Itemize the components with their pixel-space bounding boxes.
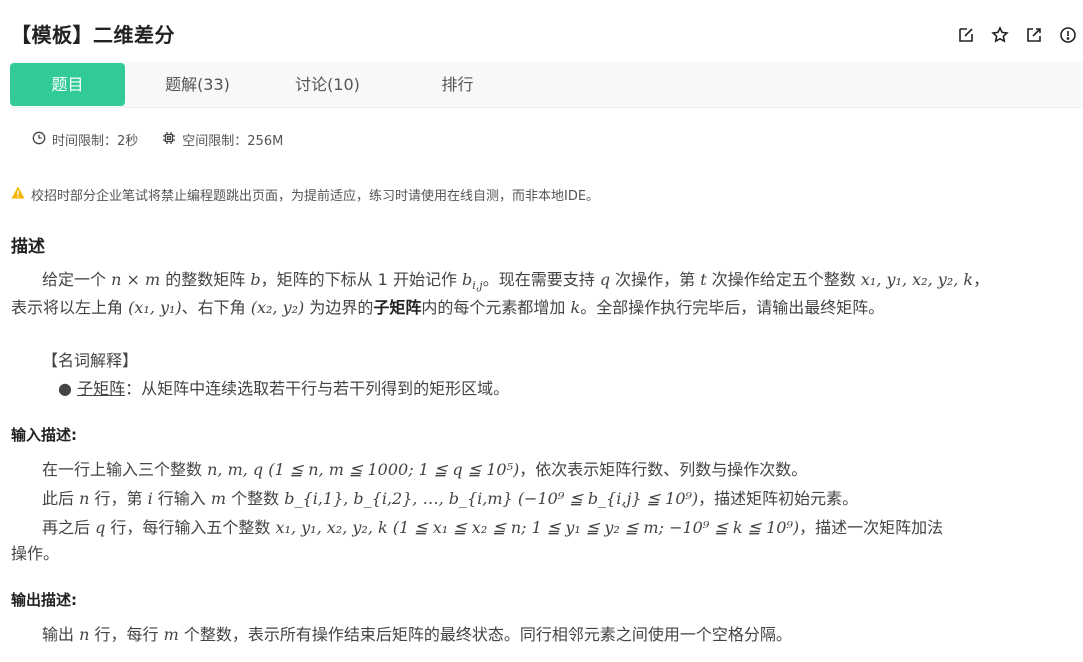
time-limit-text: 时间限制：2秒 bbox=[52, 134, 139, 149]
tab-discussion[interactable]: 讨论(10) bbox=[270, 63, 385, 106]
bullet: ● bbox=[58, 379, 72, 398]
memory-limit-text: 空间限制：256M bbox=[182, 134, 284, 149]
star-icon[interactable] bbox=[989, 24, 1011, 46]
chip-icon bbox=[162, 131, 176, 149]
info-icon[interactable] bbox=[1057, 24, 1079, 46]
input-line-1: 在一行上输入三个整数 n, m, q (1 ≦ n, m ≦ 1000; 1 ≦… bbox=[42, 460, 808, 479]
glossary-term[interactable]: 子矩阵 bbox=[77, 379, 125, 398]
notice-text: 校招时部分企业笔试将禁止编程题跳出页面，为提前适应，练习时请使用在线自测，而非本… bbox=[31, 189, 600, 204]
clock-icon bbox=[32, 131, 46, 149]
description-heading: 描述 bbox=[11, 237, 45, 257]
problem-header: 【模板】二维差分 bbox=[0, 0, 1083, 62]
header-actions bbox=[955, 24, 1079, 46]
glossary-title: 【名词解释】 bbox=[42, 351, 139, 370]
tab-ranking[interactable]: 排行 bbox=[400, 63, 515, 106]
input-line-4: 操作。 bbox=[11, 544, 60, 563]
output-line-1: 输出 n 行，每行 m 个整数，表示所有操作结束后矩阵的最终状态。同行相邻元素之… bbox=[42, 625, 792, 644]
output-heading: 输出描述: bbox=[11, 591, 77, 609]
notice-banner: 校招时部分企业笔试将禁止编程题跳出页面，为提前适应，练习时请使用在线自测，而非本… bbox=[11, 185, 599, 204]
edit-icon[interactable] bbox=[955, 24, 977, 46]
external-link-icon[interactable] bbox=[1023, 24, 1045, 46]
problem-tabs: 题目 题解(33) 讨论(10) 排行 bbox=[10, 62, 1083, 108]
input-line-2: 此后 n 行，第 i 行输入 m 个整数 b_{i,1}, b_{i,2}, …… bbox=[42, 489, 859, 508]
tab-problem[interactable]: 题目 bbox=[10, 63, 125, 106]
tab-solutions[interactable]: 题解(33) bbox=[140, 63, 255, 106]
memory-limit: 空间限制：256M bbox=[162, 130, 283, 149]
input-line-3: 再之后 q 行，每行输入五个整数 x₁, y₁, x₂, y₂, k (1 ≦ … bbox=[42, 518, 944, 537]
limits: 时间限制：2秒 空间限制：256M bbox=[32, 130, 283, 149]
glossary-item: ● 子矩阵：从矩阵中连续选取若干行与若干列得到的矩形区域。 bbox=[58, 379, 510, 398]
time-limit: 时间限制：2秒 bbox=[32, 130, 138, 149]
description-line-2: 表示将以左上角 (x₁, y₁)、右下角 (x₂, y₂) 为边界的子矩阵内的每… bbox=[11, 298, 885, 317]
warning-icon bbox=[11, 186, 25, 203]
page-title: 【模板】二维差分 bbox=[11, 23, 175, 47]
input-heading: 输入描述: bbox=[11, 426, 77, 444]
